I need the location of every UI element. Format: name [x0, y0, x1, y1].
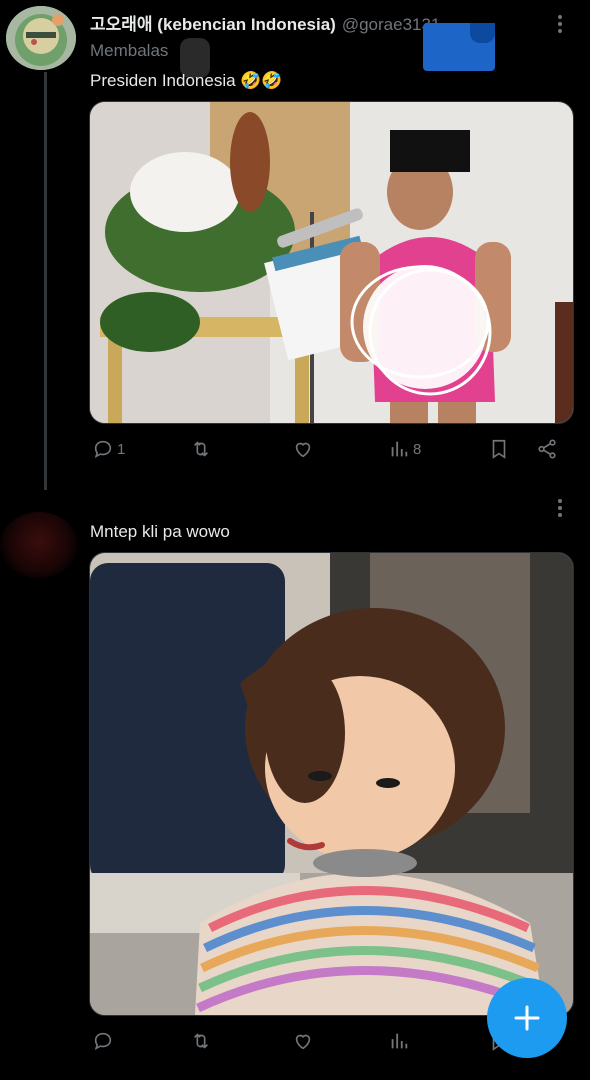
reply-button[interactable]: [92, 1030, 114, 1052]
share-icon: [538, 439, 556, 459]
views-icon: [391, 1033, 408, 1049]
views-icon: [391, 441, 408, 457]
reply-icon: [94, 1032, 112, 1050]
tweet-image[interactable]: [89, 552, 574, 1016]
tweet-text: Presiden Indonesia 🤣🤣: [90, 71, 283, 90]
author-line: 고오래애 (kebencian Indonesia) @gorae3131...: [90, 10, 455, 35]
reply-count: 1: [117, 440, 126, 458]
reply-icon: [94, 440, 112, 458]
redacted-blur: [470, 23, 495, 43]
retweet-button[interactable]: [190, 438, 212, 460]
author-avatar[interactable]: [0, 512, 78, 578]
more-icon[interactable]: [552, 496, 568, 518]
tweet-actions: 1 8: [90, 438, 570, 468]
compose-button[interactable]: [487, 978, 567, 1058]
reply-button[interactable]: 1: [92, 438, 125, 460]
tweet-text: Mntep kli pa wowo: [90, 522, 230, 541]
author-name[interactable]: 고오래애 (kebencian Indonesia): [90, 15, 336, 34]
compose-plus-icon: [514, 1005, 540, 1031]
bookmark-icon: [492, 439, 506, 459]
retweet-icon: [193, 441, 209, 457]
view-count: 8: [413, 440, 422, 458]
more-icon[interactable]: [552, 12, 568, 34]
views-button[interactable]: [388, 1030, 410, 1052]
retweet-button[interactable]: [190, 1030, 212, 1052]
bookmark-button[interactable]: [488, 438, 510, 460]
replying-to-label[interactable]: Membalas: [90, 41, 168, 61]
like-icon: [295, 442, 311, 458]
tweet-image[interactable]: [89, 101, 574, 424]
author-avatar[interactable]: [6, 6, 76, 70]
thread-connector-line: [44, 72, 47, 490]
like-button[interactable]: [292, 438, 314, 460]
like-button[interactable]: [292, 1030, 314, 1052]
views-button[interactable]: 8: [388, 438, 421, 460]
share-button[interactable]: [536, 438, 558, 460]
like-icon: [295, 1034, 311, 1050]
retweet-icon: [193, 1033, 209, 1049]
